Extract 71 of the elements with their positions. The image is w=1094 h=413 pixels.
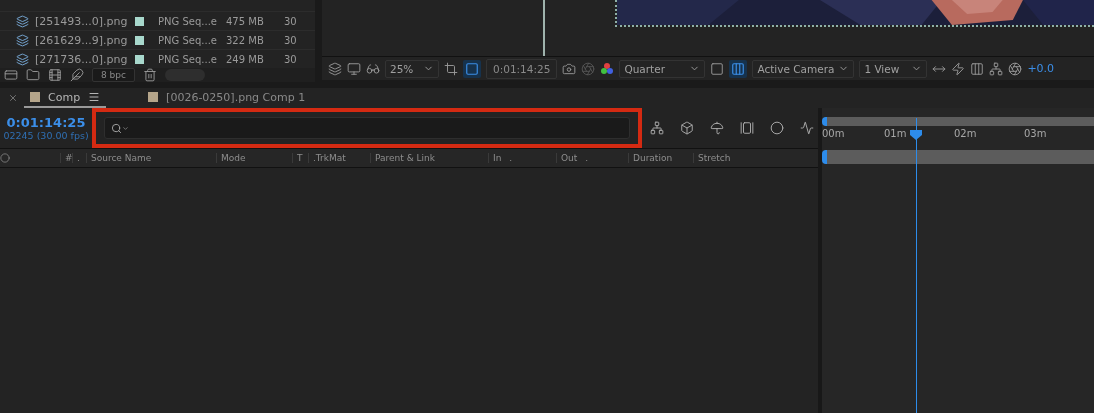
glasses-icon[interactable] <box>366 61 380 76</box>
ruler-label: 01m <box>884 128 908 141</box>
playhead[interactable] <box>910 118 922 413</box>
file-size: 249 MB <box>226 53 265 65</box>
flowchart-icon[interactable] <box>650 121 664 135</box>
camera-dropdown[interactable]: Active Camera <box>752 59 855 78</box>
file-name: [261629...9].png <box>35 33 125 47</box>
file-size: 475 MB <box>226 15 265 27</box>
square-icon[interactable] <box>710 61 725 76</box>
trash-icon[interactable] <box>142 68 157 82</box>
color-channels-icon[interactable] <box>600 61 615 76</box>
column-header[interactable]: Mode <box>216 153 292 163</box>
resolution-dropdown[interactable]: Quarter <box>619 59 706 78</box>
column-header[interactable]: Out . <box>556 153 628 163</box>
column-header[interactable]: Stretch <box>693 153 743 163</box>
current-time[interactable]: 0:01:14:25 <box>6 115 86 130</box>
menu-icon[interactable] <box>88 91 101 103</box>
network-icon[interactable] <box>989 61 1004 76</box>
film-stack-icon[interactable] <box>740 121 754 135</box>
column-header[interactable]: Duration <box>628 153 693 163</box>
label-swatch <box>135 54 144 64</box>
composition-tab[interactable]: Comp <box>24 88 107 108</box>
column-header[interactable]: T <box>292 153 308 163</box>
footage-icon[interactable] <box>16 14 29 28</box>
column-header[interactable]: In . <box>488 153 556 163</box>
film-icon[interactable] <box>48 68 62 82</box>
column-header[interactable]: .TrkMat <box>308 153 370 163</box>
bit-depth-button[interactable]: 8 bpc <box>92 68 135 82</box>
folder-icon[interactable] <box>26 68 40 82</box>
umbrella-icon[interactable] <box>710 121 724 135</box>
file-name: [271736...0].png <box>35 52 125 66</box>
frame-rate: 30 <box>284 34 297 46</box>
view-layout-dropdown[interactable]: 1 View <box>859 59 928 78</box>
column-header[interactable]: # <box>60 153 72 163</box>
search-icon <box>111 122 122 134</box>
composition-tab[interactable]: [0026-0250].png Comp 1 <box>142 88 312 108</box>
column-header[interactable]: Parent & Link <box>370 153 488 163</box>
frame-rate: 30 <box>284 15 297 27</box>
layers-icon[interactable] <box>328 61 342 76</box>
aperture-icon[interactable] <box>1008 61 1023 76</box>
ruler-label: 03m <box>1024 128 1048 141</box>
frame-info: 02245 (30.00 fps) <box>3 130 89 141</box>
zoom-dropdown[interactable]: 25% <box>385 59 439 78</box>
file-type: PNG Seq...e <box>158 15 218 27</box>
card-icon[interactable] <box>4 68 18 82</box>
close-icon[interactable] <box>8 93 18 103</box>
ruler-label: 00m <box>822 128 846 141</box>
file-size: 322 MB <box>226 34 265 46</box>
cube-icon[interactable] <box>680 121 694 135</box>
camera-icon[interactable] <box>562 61 577 76</box>
ruler-label: 02m <box>954 128 978 141</box>
graph-icon[interactable] <box>800 121 814 135</box>
file-name: [251493...0].png <box>35 14 125 28</box>
label-swatch <box>135 16 144 26</box>
label-swatch <box>135 35 144 45</box>
footage-icon[interactable] <box>16 33 29 47</box>
timecode-field[interactable]: 0:01:14:25 <box>486 58 558 79</box>
file-type: PNG Seq...e <box>158 53 218 65</box>
feather-icon[interactable] <box>70 68 84 82</box>
lightning-icon[interactable] <box>951 61 966 76</box>
caret-icon <box>122 124 129 132</box>
frame-rate: 30 <box>284 53 297 65</box>
exposure-value[interactable]: +0.0 <box>1027 62 1055 75</box>
mask-toggle-icon[interactable] <box>463 59 481 78</box>
column-header[interactable]: . <box>72 153 86 163</box>
column-header[interactable]: Source Name <box>86 153 216 163</box>
crop-icon[interactable] <box>444 61 458 76</box>
monitor-icon[interactable] <box>347 61 361 76</box>
footage-icon[interactable] <box>16 52 29 66</box>
search-field[interactable] <box>104 117 630 139</box>
file-type: PNG Seq...e <box>158 34 218 46</box>
